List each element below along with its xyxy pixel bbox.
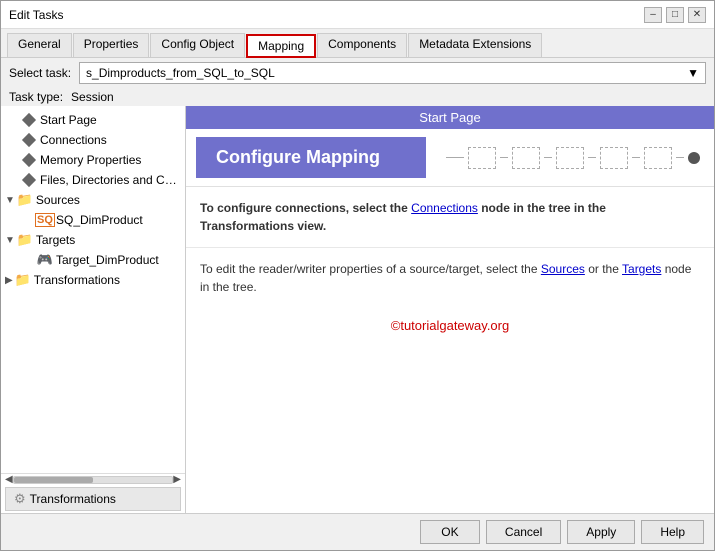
tree-item-label: Start Page <box>40 113 97 127</box>
transformations-tab[interactable]: ⚙ Transformations <box>5 487 181 511</box>
tree-item-label: Target_DimProduct <box>56 253 159 267</box>
tree-item-label: Transformations <box>34 273 120 287</box>
step-dot <box>688 152 700 164</box>
step-line <box>500 157 508 158</box>
scroll-right-arrow[interactable]: ▶ <box>173 474 181 485</box>
titlebar: Edit Tasks – □ ✕ <box>1 1 714 29</box>
gear-icon: ⚙ <box>14 491 26 507</box>
scroll-left-arrow[interactable]: ◀ <box>5 474 13 485</box>
info-section-1: To configure connections, select the Con… <box>186 187 714 248</box>
transformations-tab-label: Transformations <box>30 492 116 506</box>
maximize-button[interactable]: □ <box>666 7 684 23</box>
minimize-button[interactable]: – <box>644 7 662 23</box>
tree-item-targets[interactable]: ▼ 📁 Targets <box>1 230 185 250</box>
ok-button[interactable]: OK <box>420 520 480 544</box>
step-box-2 <box>512 147 540 169</box>
tree-item-label: Files, Directories and Com <box>40 173 181 187</box>
tree-panel: Start Page Connections Memory Pr <box>1 106 186 513</box>
tree-item-files-dirs[interactable]: Files, Directories and Com <box>1 170 185 190</box>
step-box-4 <box>600 147 628 169</box>
tree-content: Start Page Connections Memory Pr <box>1 106 185 473</box>
collapse-icon[interactable]: ▼ <box>5 195 15 206</box>
tree-item-target-dimproduct[interactable]: 🎮 Target_DimProduct <box>1 250 185 270</box>
tree-scrollbar[interactable]: ◀ ▶ <box>1 473 185 485</box>
apply-button[interactable]: Apply <box>567 520 635 544</box>
collapse-icon[interactable]: ▼ <box>5 235 15 246</box>
step-line <box>446 157 464 158</box>
task-type-label: Task type: <box>9 90 63 104</box>
tab-metadata-extensions[interactable]: Metadata Extensions <box>408 33 542 57</box>
cancel-button[interactable]: Cancel <box>486 520 561 544</box>
tree-item-connections[interactable]: Connections <box>1 130 185 150</box>
configure-mapping-title: Configure Mapping <box>196 137 426 178</box>
main-content: Start Page Connections Memory Pr <box>1 106 714 513</box>
select-task-row: Select task: s_Dimproducts_from_SQL_to_S… <box>1 58 714 88</box>
select-task-label: Select task: <box>9 66 71 80</box>
folder-icon: 📁 <box>17 232 33 248</box>
tab-mapping[interactable]: Mapping <box>246 34 316 58</box>
dropdown-arrow-icon: ▼ <box>687 66 699 80</box>
step-line <box>676 157 684 158</box>
step-box-1 <box>468 147 496 169</box>
step-box-3 <box>556 147 584 169</box>
task-type-value: Session <box>71 90 114 104</box>
tree-item-label: Targets <box>36 233 75 247</box>
select-task-dropdown[interactable]: s_Dimproducts_from_SQL_to_SQL ▼ <box>79 62 706 84</box>
tree-item-label: Connections <box>40 133 107 147</box>
tree-item-memory-properties[interactable]: Memory Properties <box>1 150 185 170</box>
help-button[interactable]: Help <box>641 520 704 544</box>
right-panel: Start Page Configure Mapping <box>186 106 714 513</box>
configure-mapping-section: Configure Mapping <box>186 129 714 187</box>
tab-components[interactable]: Components <box>317 33 407 57</box>
target-icon: 🎮 <box>37 252 53 268</box>
scrollbar-thumb[interactable] <box>14 477 93 483</box>
select-task-value: s_Dimproducts_from_SQL_to_SQL <box>86 66 275 80</box>
folder-icon: 📁 <box>17 192 33 208</box>
tree-item-label: Sources <box>36 193 80 207</box>
tree-item-label: SQ_DimProduct <box>56 213 143 227</box>
watermark: ©tutorialgateway.org <box>186 308 714 343</box>
collapse-icon[interactable]: ▶ <box>5 275 13 286</box>
info-section-2: To edit the reader/writer properties of … <box>186 248 714 308</box>
connections-link[interactable]: Connections <box>411 201 478 215</box>
targets-link[interactable]: Targets <box>622 262 661 276</box>
diamond-icon <box>21 172 37 188</box>
tree-item-sq-dimproduct[interactable]: SQ SQ_DimProduct <box>1 210 185 230</box>
tabs-bar: General Properties Config Object Mapping… <box>1 29 714 58</box>
edit-tasks-window: Edit Tasks – □ ✕ General Properties Conf… <box>0 0 715 551</box>
diamond-icon <box>21 132 37 148</box>
info-text-1: To configure connections, select the Con… <box>200 199 700 235</box>
close-button[interactable]: ✕ <box>688 7 706 23</box>
window-controls: – □ ✕ <box>644 7 706 23</box>
tree-item-sources[interactable]: ▼ 📁 Sources <box>1 190 185 210</box>
folder-icon: 📁 <box>15 272 31 288</box>
tree-item-transformations[interactable]: ▶ 📁 Transformations <box>1 270 185 290</box>
info-text-2: To edit the reader/writer properties of … <box>200 260 700 296</box>
sq-icon: SQ <box>37 212 53 228</box>
step-line <box>588 157 596 158</box>
task-type-row: Task type: Session <box>1 88 714 106</box>
step-box-5 <box>644 147 672 169</box>
steps-container <box>426 147 700 169</box>
diamond-icon <box>21 152 37 168</box>
tab-config-object[interactable]: Config Object <box>150 33 245 57</box>
tab-general[interactable]: General <box>7 33 72 57</box>
scrollbar-track[interactable] <box>13 476 174 484</box>
window-title: Edit Tasks <box>9 8 63 22</box>
sources-link[interactable]: Sources <box>541 262 585 276</box>
start-page-header: Start Page <box>186 106 714 129</box>
diamond-icon <box>21 112 37 128</box>
tree-item-start-page[interactable]: Start Page <box>1 110 185 130</box>
bottom-bar: OK Cancel Apply Help <box>1 513 714 550</box>
step-line <box>632 157 640 158</box>
tab-properties[interactable]: Properties <box>73 33 150 57</box>
step-line <box>544 157 552 158</box>
tree-item-label: Memory Properties <box>40 153 141 167</box>
